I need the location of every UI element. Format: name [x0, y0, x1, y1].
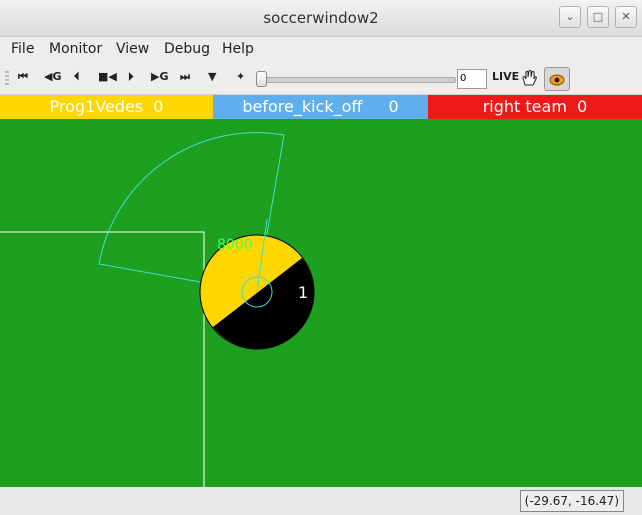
minimize-button[interactable]: ⌄ — [559, 6, 581, 28]
score-bar: Prog1Vedes 0 before_kick_off 0 right team… — [0, 95, 642, 119]
menu-debug[interactable]: Debug — [164, 41, 210, 57]
maximize-button[interactable]: □ — [587, 6, 609, 28]
monitor-mode-icon — [549, 74, 565, 86]
step-back-button[interactable]: ⏴ — [74, 70, 80, 84]
right-team-goals: 0 — [577, 97, 588, 116]
cycle-input[interactable]: 0 — [457, 69, 487, 89]
close-button[interactable]: ✕ — [615, 6, 637, 28]
play-mode-label: before_kick_off — [242, 97, 363, 116]
step-forward-button[interactable]: ⏵ — [128, 70, 134, 84]
minimize-icon: ⌄ — [565, 10, 575, 23]
left-team-goals: 0 — [153, 97, 164, 116]
go-first-button[interactable]: ⏮ — [18, 70, 28, 84]
menu-bar: File Monitor View Debug Help — [0, 37, 642, 63]
hand-drag-icon[interactable] — [520, 69, 538, 87]
title-bar: soccerwindow2 ⌄ □ ✕ — [0, 0, 642, 37]
player-stamina: 8000 — [217, 237, 253, 253]
right-team-score: right team 0 — [428, 95, 642, 119]
go-prev-goal-button[interactable]: ◀G — [44, 70, 62, 83]
soccer-field[interactable]: 1 8000 — [0, 119, 642, 487]
live-button[interactable]: LIVE — [492, 70, 519, 83]
toolbar-grip[interactable] — [5, 71, 9, 87]
player-1[interactable]: 1 8000 — [199, 218, 315, 350]
cycle-slider-handle[interactable] — [256, 71, 267, 87]
player-number: 1 — [298, 283, 308, 302]
drop-ball-button[interactable]: ▼ — [208, 70, 216, 83]
status-bar: (-29.67, -16.47) — [0, 487, 642, 515]
play-mode-count: 0 — [388, 97, 399, 116]
play-back-button[interactable]: ■◀ — [98, 70, 117, 83]
right-team-name: right team — [482, 97, 567, 116]
field-canvas: 1 8000 — [0, 132, 315, 487]
penalty-area-line — [0, 231, 205, 487]
go-last-button[interactable]: ⏭ — [180, 70, 190, 84]
play-mode: before_kick_off 0 — [213, 95, 428, 119]
kick-off-button[interactable]: ✦ — [236, 70, 245, 83]
menu-help[interactable]: Help — [222, 41, 254, 57]
mouse-coords: (-29.67, -16.47) — [519, 490, 624, 512]
left-team-name: Prog1Vedes — [49, 97, 144, 116]
menu-file[interactable]: File — [11, 41, 34, 57]
cycle-slider-track[interactable] — [258, 77, 456, 83]
menu-view[interactable]: View — [116, 41, 149, 57]
monitor-mode-button[interactable] — [544, 67, 570, 91]
left-team-score: Prog1Vedes 0 — [0, 95, 213, 119]
window-title: soccerwindow2 — [263, 9, 379, 27]
maximize-icon: □ — [592, 10, 604, 23]
menu-monitor[interactable]: Monitor — [49, 41, 102, 57]
close-icon: ✕ — [621, 10, 631, 23]
go-next-goal-button[interactable]: ▶G — [151, 70, 169, 83]
